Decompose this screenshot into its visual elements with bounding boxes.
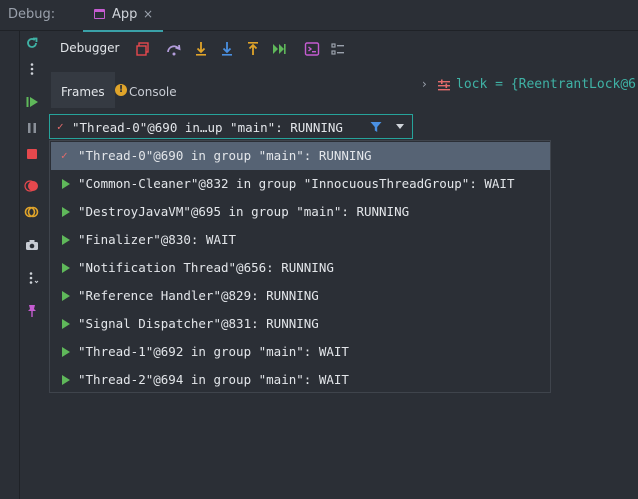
thread-item[interactable]: "Notification Thread"@656: RUNNING	[51, 254, 550, 282]
current-thread-check-icon: ✓	[57, 120, 64, 133]
chevron-down-icon[interactable]	[396, 124, 404, 129]
thread-item[interactable]: "DestroyJavaVM"@695 in group "main": RUN…	[51, 198, 550, 226]
thread-item[interactable]: "Signal Dispatcher"@831: RUNNING	[51, 310, 550, 338]
tab-console[interactable]: Console	[129, 85, 177, 99]
more-settings-icon[interactable]	[24, 270, 40, 286]
thread-label: "Finalizer"@830: WAIT	[78, 232, 237, 247]
running-thread-icon	[62, 319, 70, 329]
thread-label: "Thread-1"@692 in group "main": WAIT	[78, 344, 349, 359]
rerun-icon[interactable]	[24, 35, 40, 51]
running-thread-icon	[62, 179, 70, 189]
debug-side-toolbar	[0, 31, 20, 499]
warning-icon: !	[115, 84, 127, 96]
thread-selector-value: "Thread-0"@690 in…up "main": RUNNING	[72, 120, 343, 135]
thread-item[interactable]: ✓ "Thread-0"@690 in group "main": RUNNIN…	[51, 142, 550, 170]
running-thread-icon	[62, 207, 70, 217]
tab-frames-label: Frames	[61, 85, 105, 99]
thread-selector[interactable]: ✓ "Thread-0"@690 in…up "main": RUNNING	[49, 114, 413, 139]
thread-item[interactable]: "Thread-2"@694 in group "main": WAIT	[51, 366, 550, 394]
running-thread-icon	[62, 291, 70, 301]
step-out-icon[interactable]	[244, 40, 262, 58]
thread-item[interactable]: "Reference Handler"@829: RUNNING	[51, 282, 550, 310]
running-thread-icon	[62, 347, 70, 357]
variable-lock[interactable]: lock = {ReentrantLock@6	[456, 77, 636, 92]
run-to-cursor-icon[interactable]	[270, 40, 288, 58]
view-breakpoints-icon[interactable]	[24, 178, 40, 194]
resume-icon[interactable]	[24, 94, 40, 110]
debug-tool-window-header: Debug: App ×	[0, 0, 638, 32]
debug-label: Debug:	[8, 7, 56, 22]
tab-debugger[interactable]: Debugger	[60, 41, 119, 55]
tab-app-label: App	[112, 7, 138, 22]
tab-frames[interactable]: Frames	[51, 72, 115, 108]
evaluate-expression-icon[interactable]	[303, 40, 321, 58]
pause-icon[interactable]	[24, 120, 40, 136]
tab-app[interactable]: App ×	[83, 0, 163, 32]
filter-icon[interactable]	[370, 121, 382, 133]
running-thread-icon	[62, 375, 70, 385]
step-into-icon[interactable]	[192, 40, 210, 58]
thread-label: "Notification Thread"@656: RUNNING	[78, 260, 334, 275]
running-thread-icon	[62, 263, 70, 273]
force-step-into-icon[interactable]	[218, 40, 236, 58]
thread-list: ✓ "Thread-0"@690 in group "main": RUNNIN…	[49, 140, 551, 393]
expand-chevron-icon[interactable]: ›	[422, 77, 427, 91]
thread-label: "DestroyJavaVM"@695 in group "main": RUN…	[78, 204, 410, 219]
thread-item[interactable]: "Finalizer"@830: WAIT	[51, 226, 550, 254]
current-thread-check-icon: ✓	[61, 149, 68, 162]
close-icon[interactable]: ×	[143, 7, 153, 21]
trace-icon[interactable]	[329, 40, 347, 58]
pin-icon[interactable]	[24, 303, 40, 319]
thread-label: "Signal Dispatcher"@831: RUNNING	[78, 316, 319, 331]
more-icon[interactable]	[24, 61, 40, 77]
thread-item[interactable]: "Thread-1"@692 in group "main": WAIT	[51, 338, 550, 366]
running-thread-icon	[62, 235, 70, 245]
thread-label: "Thread-2"@694 in group "main": WAIT	[78, 372, 349, 387]
application-icon	[94, 9, 105, 19]
restore-layout-icon[interactable]	[134, 40, 152, 58]
stop-icon[interactable]	[24, 146, 40, 162]
camera-icon[interactable]	[24, 237, 40, 253]
field-icon	[437, 78, 451, 92]
thread-item[interactable]: "Common-Cleaner"@832 in group "Innocuous…	[51, 170, 550, 198]
thread-label: "Thread-0"@690 in group "main": RUNNING	[78, 148, 372, 163]
mute-breakpoints-icon[interactable]	[24, 204, 40, 220]
thread-label: "Reference Handler"@829: RUNNING	[78, 288, 319, 303]
step-over-icon[interactable]	[165, 40, 183, 58]
thread-label: "Common-Cleaner"@832 in group "Innocuous…	[78, 176, 515, 191]
